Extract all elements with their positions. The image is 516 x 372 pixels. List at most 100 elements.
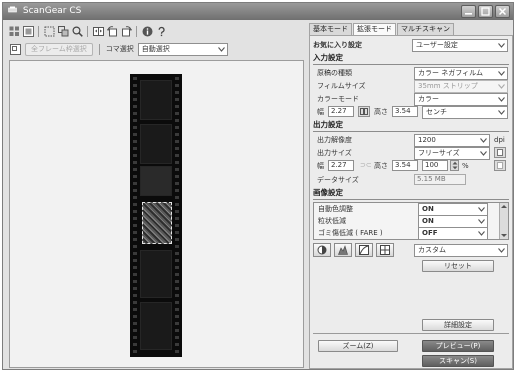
film-frame[interactable] [140,166,172,196]
selected-film-frame[interactable] [142,202,172,244]
multi-crop-icon [9,43,21,55]
page-icon [497,162,503,169]
thumbnail-view-button[interactable] [8,25,20,37]
sprocket-hole [133,112,137,115]
image-settings-list-row: 自動色調整 ON 粒状低減 ON ゴミ傷低減 (FARE) OFF [310,202,512,241]
film-size-dropdown[interactable]: 35mm ストリップ [414,80,508,93]
image-setting-dropdown[interactable]: OFF [418,227,488,239]
chevron-down-icon [476,204,487,215]
sprocket-hole [133,91,137,94]
whole-image-view-button[interactable] [22,25,34,37]
film-frame[interactable] [140,124,172,164]
crop-button[interactable] [43,25,55,37]
preview-button[interactable]: プレビュー(P) [422,340,494,352]
sprocket-hole [133,105,137,108]
frame-toolbar: 全フレーム枠選択 コマ選択 自動選択 [5,41,305,57]
scangear-window: ScanGear CS 全フレーム枠選択 コマ選択 自動選択 基本モード 拡張モ… [2,2,514,370]
output-size-dropdown[interactable]: フリーサイズ [414,147,490,160]
film-strip [130,74,182,357]
mirror-button[interactable] [92,25,104,37]
image-settings-list: 自動色調整 ON 粒状低減 ON ゴミ傷低減 (FARE) OFF [313,202,509,240]
sprocket-hole [175,210,179,213]
sprocket-hole [133,161,137,164]
brightness-icon [317,245,327,255]
scale-unit: % [462,162,469,170]
close-button[interactable] [495,5,510,18]
sprocket-hole [133,182,137,185]
color-mode-dropdown[interactable]: カラー [414,93,508,106]
sprocket-hole [175,140,179,143]
section-divider [313,131,509,132]
resolution-dropdown[interactable]: 1200 [414,134,490,147]
mirror-icon [92,26,104,36]
output-height-field[interactable]: 3.54 [392,160,418,171]
review-grid-icon [380,245,390,255]
brightness-button[interactable] [313,243,331,257]
image-settings-scrollbar[interactable] [499,203,508,239]
input-width-label: 幅 [317,108,324,116]
help-button[interactable] [155,25,167,37]
image-setting-item: ゴミ傷低減 ( FARE ) OFF [314,227,508,239]
sprocket-hole [175,259,179,262]
input-width-field[interactable]: 2.27 [328,106,354,117]
input-height-field[interactable]: 3.54 [392,106,418,117]
mode-tabs: 基本モード 拡張モード マルチスキャン [309,23,513,35]
sprocket-hole [175,196,179,199]
minimize-button[interactable] [461,5,476,18]
frame-select-dropdown[interactable]: 自動選択 [137,42,228,56]
final-review-button[interactable] [376,243,394,257]
scale-field[interactable]: 100 [422,160,448,171]
delete-size-button[interactable] [494,160,506,171]
aspect-lock-button[interactable] [358,106,370,117]
unit-dropdown[interactable]: センチ [422,106,508,119]
sprocket-hole [133,168,137,171]
rotate-left-button[interactable] [106,25,118,37]
tab-multi-scan[interactable]: マルチスキャン [397,23,454,35]
doc-type-value: カラー ネガフィルム [418,69,483,77]
histogram-button[interactable] [334,243,352,257]
sprocket-hole [175,112,179,115]
maximize-button[interactable] [478,5,493,18]
chevron-down-icon [496,107,507,118]
sprocket-hole [175,343,179,346]
window-title: ScanGear CS [22,6,82,16]
preset-dropdown[interactable]: カスタム [414,244,508,257]
film-frame[interactable] [140,250,172,298]
scanner-app-icon [8,4,17,13]
advanced-settings-button[interactable]: 詳細設定 [422,319,494,331]
tone-curve-button[interactable] [355,243,373,257]
scale-stepper[interactable] [450,160,459,171]
rotate-right-button[interactable] [120,25,132,37]
crop-icon [44,26,54,36]
sprocket-hole [175,231,179,234]
add-size-button[interactable] [494,147,506,158]
zoom-button[interactable]: ズーム(Z) [318,340,398,352]
output-width-field[interactable]: 2.27 [328,160,354,171]
settings-panel: 基本モード 拡張モード マルチスキャン お気に入り設定 ユーザー設定 入力設定 … [309,23,513,369]
preset-value: カスタム [418,246,446,254]
reset-button[interactable]: リセット [422,260,494,272]
preview-area[interactable] [9,60,304,368]
zoom-button[interactable] [71,25,83,37]
information-button[interactable] [141,25,153,37]
sprocket-hole [133,175,137,178]
favorites-dropdown[interactable]: ユーザー設定 [412,39,508,52]
multi-crop-button[interactable] [9,43,21,55]
input-size-row: 幅 2.27 高さ 3.54 センチ [310,106,512,119]
sprocket-hole [133,196,137,199]
tab-advanced-mode[interactable]: 拡張モード [353,23,396,35]
film-frame[interactable] [140,80,172,120]
doc-type-dropdown[interactable]: カラー ネガフィルム [414,67,508,80]
select-all-frames-button[interactable]: 全フレーム枠選択 [25,42,93,56]
toolbar-divider [136,25,137,37]
move-button[interactable] [57,25,69,37]
film-frame[interactable] [140,302,172,350]
sprocket-hole [175,161,179,164]
sprocket-hole [133,343,137,346]
sprocket-hole [175,91,179,94]
sprocket-hole [133,245,137,248]
sprocket-holes-right [174,74,180,357]
tab-basic-mode[interactable]: 基本モード [309,23,352,35]
scan-button[interactable]: スキャン(S) [422,355,494,367]
sprocket-hole [175,154,179,157]
